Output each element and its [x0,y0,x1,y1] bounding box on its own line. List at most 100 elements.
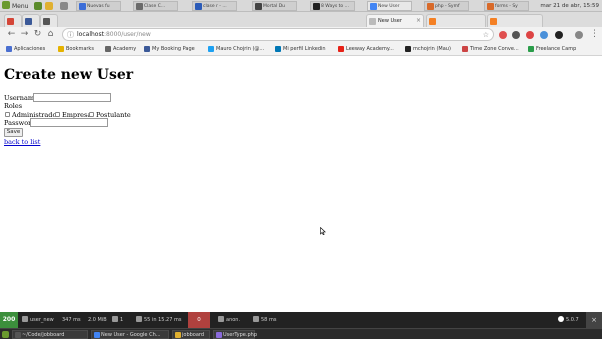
symfony-logo-icon [558,316,564,322]
window-button[interactable]: clase r - ... [192,1,237,11]
bookmark-item[interactable]: Bookmarks [58,43,94,55]
password-input[interactable] [30,118,108,127]
os-top-panel: Menu Nuevas fu Clase C... clase r - ... … [0,0,602,12]
forms-item[interactable]: 1 [112,312,123,328]
info-icon[interactable]: ⓘ [67,30,74,40]
route-item[interactable]: user_new [22,312,54,328]
taskbar-item[interactable]: jobboard [172,330,210,339]
window-icon [195,3,202,10]
terminal-icon [15,332,21,338]
close-icon[interactable]: × [586,312,602,328]
timing-item[interactable]: 58 ms [253,312,276,328]
avatar[interactable] [575,31,583,39]
bookmark-item[interactable]: Mauro Chojrin (@... [208,43,264,55]
close-tab-icon[interactable]: × [416,15,421,27]
taskbar-item[interactable]: ~/Code/jobboard [12,330,88,339]
window-button[interactable]: Clase C... [133,1,178,11]
bookmark-item[interactable]: Academy [105,43,136,55]
apps-grid-icon [6,46,12,52]
window-icon [79,3,86,10]
extension-icon[interactable] [555,31,563,39]
forms-icon [112,316,118,322]
role-administrador-checkbox[interactable] [5,112,10,117]
tab-new-user[interactable]: New User × [366,14,424,27]
tab-php-symfony[interactable] [426,14,486,27]
tab-pinned[interactable] [40,14,58,27]
address-bar[interactable]: ⓘ localhost:8000/user/new ☆ [62,28,494,41]
username-input[interactable] [33,93,111,102]
menu-icon [2,1,10,9]
browser-tab-strip: New User × + [0,12,602,36]
errors-item[interactable]: 0 [188,312,210,328]
status-badge[interactable]: 200 [0,312,18,328]
extension-icon[interactable] [512,31,520,39]
bookmark-apps[interactable]: Aplicaciones [6,43,45,55]
window-icon [427,3,434,10]
save-button[interactable]: Save [4,128,23,137]
back-to-list-link[interactable]: back to list [4,138,40,146]
browser-toolbar: ← → ↻ ⌂ ⓘ localhost:8000/user/new ☆ ⋮ [0,27,602,43]
window-button[interactable]: 8 Ways to ... [310,1,355,11]
window-button[interactable]: forms - Sy [484,1,529,11]
bookmark-item[interactable]: Leeway Academy... [338,43,394,55]
route-icon [22,316,28,322]
tab-gmail[interactable] [4,14,22,27]
files-icon[interactable] [45,2,53,10]
window-button-active[interactable]: New User [367,1,412,11]
extension-icon[interactable] [499,31,507,39]
time-item[interactable]: 347 ms [62,312,81,328]
extension-icon[interactable] [526,31,534,39]
timing-icon [253,316,259,322]
github-icon [405,46,411,52]
database-item[interactable]: 55 in 15.27 ms [136,312,181,328]
os-menu-button[interactable]: Menu [2,1,28,12]
forward-arrow-icon[interactable]: → [19,29,30,40]
menu-icon[interactable] [2,331,9,338]
terminal-icon[interactable] [60,2,68,10]
memory-item[interactable]: 2.0 MiB [88,312,107,328]
editor-icon [216,332,222,338]
linkedin-icon [275,46,281,52]
tab-forms-symfony[interactable] [487,14,543,27]
bookmark-item[interactable]: Freelance Camp [528,43,576,55]
bookmark-item[interactable]: mchojrin (Mau) [405,43,451,55]
window-button[interactable]: Mortal Du [252,1,297,11]
extension-icon[interactable] [540,31,548,39]
back-arrow-icon[interactable]: ← [6,29,17,40]
kebab-menu-icon[interactable]: ⋮ [589,29,600,40]
home-icon[interactable]: ⌂ [45,29,56,40]
star-icon [58,46,64,52]
facebook-icon [144,46,150,52]
reload-icon[interactable]: ↻ [32,29,43,40]
gmail-icon [7,18,14,25]
os-taskbar: ~/Code/jobboard New User - Google Ch... … [0,328,602,339]
role-postulante-checkbox[interactable] [89,112,94,117]
stackoverflow-icon [490,18,497,25]
symfony-debug-toolbar: 200 user_new 347 ms 2.0 MiB 1 55 in 15.2… [0,312,602,328]
clock[interactable]: mar 21 de abr, 15:59 [540,1,599,11]
page-title: Create new User [4,67,134,83]
taskbar-item[interactable]: UserType.php [213,330,257,339]
taskbar-item[interactable]: New User - Google Ch... [91,330,169,339]
window-button[interactable]: Nuevas fu [76,1,121,11]
window-icon [370,3,377,10]
chrome-icon [94,332,100,338]
launcher-icon[interactable] [34,2,42,10]
symfony-version-item[interactable]: 5.0.7 [558,312,579,328]
user-icon [218,316,224,322]
page-content: Create new User Username Roles Administr… [0,57,602,312]
window-icon [313,3,320,10]
stackoverflow-icon [429,18,436,25]
site-icon [25,18,32,25]
window-button[interactable]: php - Symf [424,1,469,11]
user-item[interactable]: anon. [218,312,240,328]
url-text[interactable]: localhost:8000/user/new [77,29,151,41]
role-empresa-checkbox[interactable] [55,112,60,117]
bookmarks-bar: Aplicaciones Bookmarks Academy My Bookin… [0,43,602,56]
tab-pinned[interactable] [22,14,40,27]
bookmark-item[interactable]: My Booking Page [144,43,195,55]
bookmark-star-icon[interactable]: ☆ [483,29,489,41]
window-icon [255,3,262,10]
bookmark-item[interactable]: Mi perfil Linkedin [275,43,326,55]
bookmark-item[interactable]: Time Zone Conve... [462,43,519,55]
